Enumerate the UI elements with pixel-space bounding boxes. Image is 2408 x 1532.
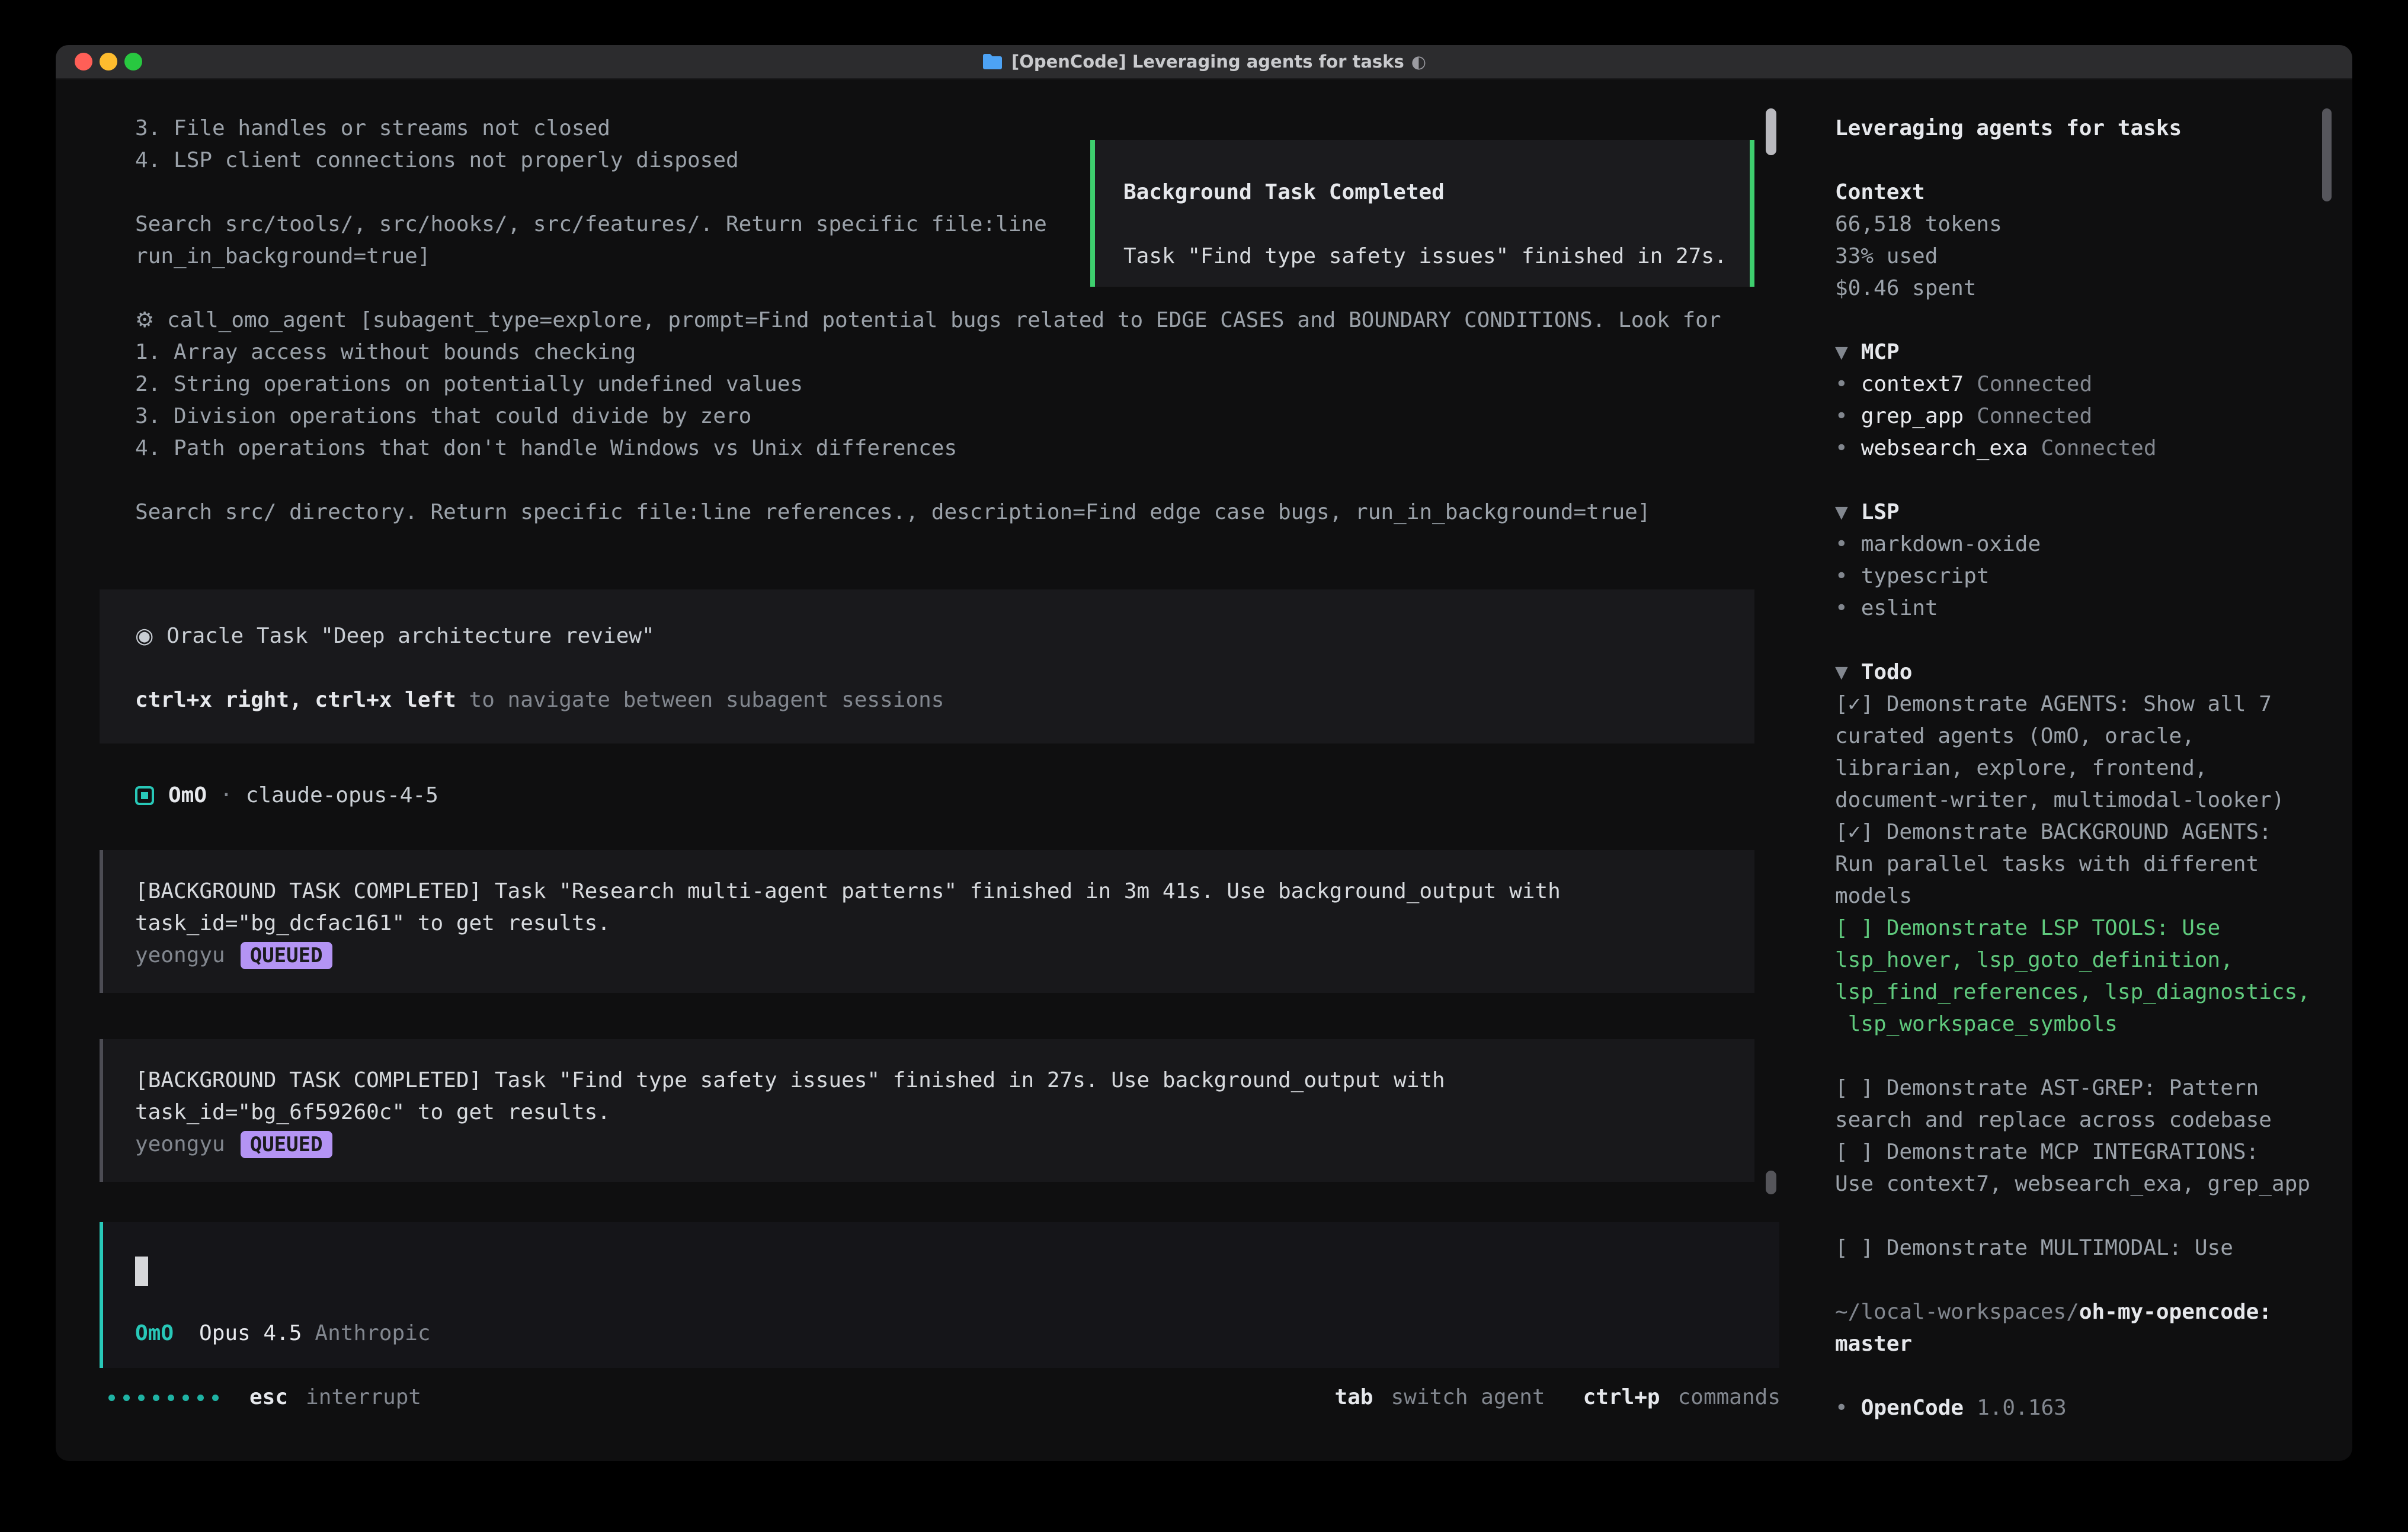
context-tokens: 66,518 tokens: [1835, 209, 2323, 241]
chevron-down-icon: ▼: [1835, 496, 1848, 528]
queued-badge: QUEUED: [241, 942, 332, 969]
lsp-item: • typescript: [1835, 560, 2323, 592]
input-agent-label: OmO: [135, 1318, 174, 1350]
terminal-line: 4. Path operations that don't handle Win…: [135, 432, 1784, 464]
bullet-icon: •: [1835, 592, 1848, 624]
toast-body: Task "Find type safety issues" finished …: [1123, 241, 1750, 273]
dot-separator: ·: [220, 780, 233, 812]
bullet-icon: •: [1835, 1392, 1848, 1424]
terminal-line: 3. Division operations that could divide…: [135, 400, 1784, 432]
oracle-hint: ctrl+x right, ctrl+x left to navigate be…: [135, 684, 1754, 716]
switch-agent-label: switch agent: [1391, 1382, 1545, 1414]
tool-name: call_omo_agent: [167, 308, 347, 332]
input-model-label: Opus 4.5: [199, 1318, 302, 1350]
session-sidebar: Leveraging agents for tasks Context 66,5…: [1835, 79, 2323, 1424]
message-text: task_id="bg_dcfac161" to get results.: [135, 908, 1754, 940]
bullet-icon: •: [1835, 368, 1848, 400]
folder-icon: [982, 53, 1003, 70]
bullet-icon: •: [1835, 528, 1848, 560]
chat-scrollbar-thumb-secondary[interactable]: [1766, 1171, 1776, 1194]
hint-keys: ctrl+x right, ctrl+x left: [135, 688, 456, 712]
title-bar: [OpenCode] Leveraging agents for tasks ◐: [56, 45, 2352, 79]
oracle-task-card: ◉ Oracle Task "Deep architecture review"…: [100, 589, 1754, 743]
terminal-line: [135, 464, 1784, 496]
text-cursor: [135, 1257, 148, 1286]
message-author: yeongyu: [135, 1129, 225, 1161]
workspace-path: ~/local-workspaces/oh-my-opencode: maste…: [1835, 1296, 2323, 1360]
background-task-toast: Background Task Completed Task "Find typ…: [1090, 140, 1754, 287]
bullet-icon: •: [1835, 400, 1848, 432]
close-button[interactable]: [75, 53, 92, 70]
chevron-down-icon: ▼: [1835, 656, 1848, 688]
opencode-version: • OpenCode 1.0.163: [1835, 1392, 2323, 1424]
input-meta: OmO Opus 4.5 Anthropic: [135, 1318, 431, 1350]
esc-key-hint: esc: [249, 1382, 288, 1414]
terminal-line: 2. String operations on potentially unde…: [135, 368, 1784, 400]
gear-icon: ⚙: [135, 308, 154, 332]
section-todo-header[interactable]: ▼ Todo: [1835, 656, 2323, 688]
terminal-line: 1. Array access without bounds checking: [135, 336, 1784, 368]
context-heading: Context: [1835, 177, 2323, 209]
path-prefix: ~/local-workspaces/: [1835, 1300, 2079, 1324]
message-text: [BACKGROUND TASK COMPLETED] Task "Find t…: [135, 1065, 1754, 1097]
status-bar: esc interrupt tab switch agent ctrl+p co…: [108, 1382, 1781, 1414]
terminal-window: [OpenCode] Leveraging agents for tasks ◐…: [56, 45, 2352, 1461]
todo-item: [ ] Demonstrate MULTIMODAL: Use: [1835, 1232, 2323, 1264]
sidebar-scrollbar-thumb[interactable]: [2322, 108, 2332, 201]
mcp-item: • grep_app Connected: [1835, 400, 2323, 432]
message-text: [BACKGROUND TASK COMPLETED] Task "Resear…: [135, 876, 1754, 908]
section-mcp-header[interactable]: ▼ MCP: [1835, 336, 2323, 368]
tool-args: [subagent_type=explore, prompt=Find pote…: [347, 308, 1721, 332]
zoom-button[interactable]: [124, 53, 142, 70]
message-meta: yeongyu QUEUED: [135, 1129, 1754, 1161]
chevron-down-icon: ▼: [1835, 336, 1848, 368]
todo-item: [✓] Demonstrate BACKGROUND AGENTS: Run p…: [1835, 816, 2323, 912]
lsp-item: • eslint: [1835, 592, 2323, 624]
todo-item: [ ] Demonstrate MCP INTEGRATIONS: Use co…: [1835, 1136, 2323, 1200]
agent-model: claude-opus-4-5: [246, 780, 438, 812]
oracle-title: Oracle Task "Deep architecture review": [166, 624, 655, 648]
traffic-lights: [75, 45, 149, 78]
bullet-icon: •: [1835, 560, 1848, 592]
todo-item: [ ] Demonstrate LSP TOOLS: Use lsp_hover…: [1835, 912, 2323, 1040]
oracle-title-line: ◉ Oracle Task "Deep architecture review": [135, 620, 1754, 652]
ctrlp-key-hint: ctrl+p: [1583, 1382, 1660, 1414]
context-spent: $0.46 spent: [1835, 273, 2323, 305]
commands-label: commands: [1678, 1382, 1781, 1414]
agent-name: OmO: [168, 780, 207, 812]
sidebar-title: Leveraging agents for tasks: [1835, 113, 2323, 145]
message-text: task_id="bg_6f59260c" to get results.: [135, 1097, 1754, 1129]
bullet-icon: •: [1835, 432, 1848, 464]
minimize-button[interactable]: [100, 53, 117, 70]
context-used: 33% used: [1835, 241, 2323, 273]
message-card: [BACKGROUND TASK COMPLETED] Task "Find t…: [100, 1039, 1754, 1182]
terminal-line: Search src/ directory. Return specific f…: [135, 496, 1784, 528]
window-title: [OpenCode] Leveraging agents for tasks: [1011, 52, 1404, 72]
fisheye-icon: ◉: [135, 624, 153, 648]
chat-scrollbar-thumb[interactable]: [1766, 108, 1776, 155]
mcp-item: • websearch_exa Connected: [1835, 432, 2323, 464]
tab-key-hint: tab: [1334, 1382, 1373, 1414]
message-meta: yeongyu QUEUED: [135, 940, 1754, 972]
agent-checkbox-icon: [135, 786, 154, 805]
section-lsp-header[interactable]: ▼ LSP: [1835, 496, 2323, 528]
spinner-icon: ◐: [1411, 52, 1426, 72]
prompt-input[interactable]: OmO Opus 4.5 Anthropic: [100, 1222, 1779, 1368]
interrupt-label: interrupt: [306, 1382, 421, 1414]
todo-item: [✓] Demonstrate AGENTS: Show all 7 curat…: [1835, 688, 2323, 816]
input-provider-label: Anthropic: [315, 1318, 430, 1350]
hint-text: to navigate between subagent sessions: [456, 688, 944, 712]
queued-badge: QUEUED: [241, 1131, 332, 1158]
message-card: [BACKGROUND TASK COMPLETED] Task "Resear…: [100, 850, 1754, 993]
lsp-item: • markdown-oxide: [1835, 528, 2323, 560]
message-author: yeongyu: [135, 940, 225, 972]
spinner-dots: [108, 1395, 227, 1401]
tool-call-line: ⚙ call_omo_agent [subagent_type=explore,…: [135, 305, 1784, 336]
toast-title: Background Task Completed: [1123, 177, 1750, 209]
mcp-item: • context7 Connected: [1835, 368, 2323, 400]
todo-item: [ ] Demonstrate AST-GREP: Pattern search…: [1835, 1072, 2323, 1136]
agent-header: OmO · claude-opus-4-5: [135, 780, 1784, 812]
